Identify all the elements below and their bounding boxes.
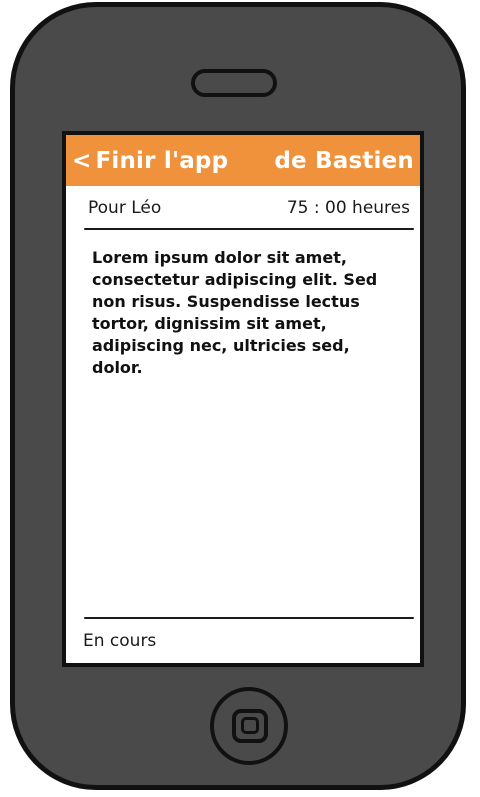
status-label: En cours — [83, 631, 157, 651]
phone-mockup: < Finir l'app de Bastien Pour Léo 75 : 0… — [10, 2, 466, 790]
detail-meta-row: Pour Léo 75 : 00 heures — [88, 198, 410, 218]
speaker-icon — [191, 69, 277, 97]
top-divider — [84, 228, 414, 230]
page: < Finir l'app de Bastien Pour Léo 75 : 0… — [0, 0, 480, 797]
app-header: < Finir l'app de Bastien — [66, 135, 420, 186]
home-square-icon — [232, 709, 268, 743]
duration-label: 75 : 00 heures — [286, 198, 410, 218]
home-button-icon[interactable] — [210, 687, 288, 765]
header-owner-label: de Bastien — [274, 147, 414, 174]
bottom-divider — [84, 617, 414, 619]
back-button[interactable]: < Finir l'app — [72, 148, 228, 174]
back-arrow-icon: < — [72, 147, 92, 174]
description-text: Lorem ipsum dolor sit amet, consectetur … — [92, 248, 378, 377]
back-button-label: Finir l'app — [95, 147, 229, 174]
app-screen: < Finir l'app de Bastien Pour Léo 75 : 0… — [62, 131, 424, 667]
recipient-label: Pour Léo — [88, 198, 162, 218]
